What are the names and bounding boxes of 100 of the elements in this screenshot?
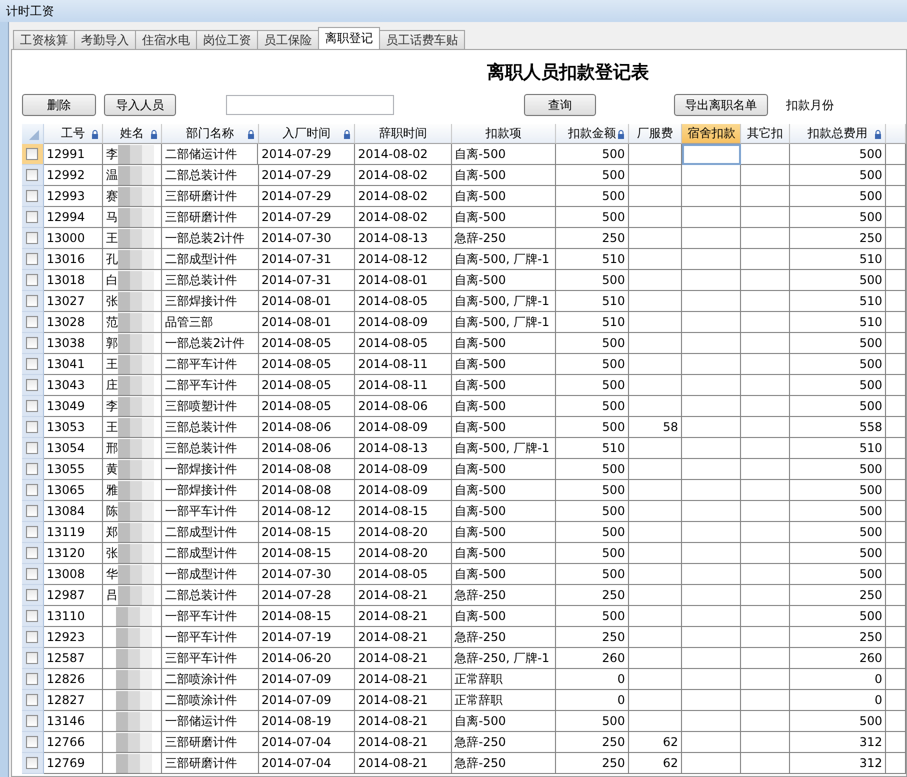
row-selector[interactable]: [22, 669, 44, 690]
row-selector[interactable]: [22, 312, 44, 333]
row-selector[interactable]: [22, 396, 44, 417]
column-header[interactable]: 宿舍扣款: [682, 124, 742, 144]
export-button[interactable]: 导出离职名单: [674, 94, 768, 116]
row-selector[interactable]: [22, 144, 44, 165]
column-header[interactable]: 扣款项: [452, 124, 556, 144]
row-checkbox[interactable]: [26, 568, 38, 580]
table-cell: 自离-500: [452, 459, 556, 480]
row-checkbox[interactable]: [26, 337, 38, 349]
row-selector[interactable]: [22, 354, 44, 375]
row-selector[interactable]: [22, 711, 44, 732]
table-cell: 500: [556, 606, 629, 627]
tab[interactable]: 考勤导入: [74, 30, 136, 49]
column-header[interactable]: 其它扣: [741, 124, 790, 144]
row-checkbox[interactable]: [26, 211, 38, 223]
tab[interactable]: 离职登记: [318, 27, 380, 49]
row-selector[interactable]: [22, 186, 44, 207]
column-header[interactable]: 厂服费: [629, 124, 682, 144]
select-all-corner[interactable]: [22, 124, 44, 144]
row-checkbox[interactable]: [26, 190, 38, 202]
row-selector[interactable]: [22, 375, 44, 396]
table-cell: [741, 606, 790, 627]
table-cell: 2014-08-20: [355, 522, 452, 543]
column-header[interactable]: 部门名称: [162, 124, 259, 144]
row-selector[interactable]: [22, 585, 44, 606]
table-cell: 自离-500: [452, 711, 556, 732]
row-selector[interactable]: [22, 459, 44, 480]
row-checkbox[interactable]: [26, 463, 38, 475]
row-checkbox[interactable]: [26, 400, 38, 412]
row-checkbox[interactable]: [26, 148, 38, 160]
query-button[interactable]: 查询: [524, 94, 596, 116]
row-checkbox[interactable]: [26, 694, 38, 706]
row-selector[interactable]: [22, 480, 44, 501]
row-selector[interactable]: [22, 207, 44, 228]
row-checkbox[interactable]: [26, 295, 38, 307]
row-checkbox[interactable]: [26, 274, 38, 286]
row-checkbox[interactable]: [26, 379, 38, 391]
column-header[interactable]: 工号: [44, 124, 103, 144]
row-selector[interactable]: [22, 690, 44, 711]
redaction-block: [118, 376, 154, 394]
row-selector[interactable]: [22, 627, 44, 648]
row-selector[interactable]: [22, 753, 44, 774]
row-checkbox[interactable]: [26, 652, 38, 664]
column-header[interactable]: 扣款总费用: [790, 124, 886, 144]
row-checkbox[interactable]: [26, 484, 38, 496]
row-selector[interactable]: [22, 564, 44, 585]
row-selector[interactable]: [22, 543, 44, 564]
column-header[interactable]: 辞职时间: [355, 124, 452, 144]
tab[interactable]: 岗位工资: [196, 30, 258, 49]
table-cell: 2014-08-05: [258, 333, 356, 354]
row-checkbox[interactable]: [26, 505, 38, 517]
row-selector[interactable]: [22, 270, 44, 291]
row-selector[interactable]: [22, 438, 44, 459]
table-cell: 500: [790, 165, 886, 186]
search-field[interactable]: [226, 95, 394, 115]
row-selector[interactable]: [22, 291, 44, 312]
table-cell: [741, 522, 790, 543]
row-checkbox[interactable]: [26, 253, 38, 265]
table-cell: [886, 648, 906, 669]
row-selector[interactable]: [22, 606, 44, 627]
tab[interactable]: 员工话费车贴: [379, 30, 465, 49]
row-checkbox[interactable]: [26, 526, 38, 538]
row-checkbox[interactable]: [26, 421, 38, 433]
row-checkbox[interactable]: [26, 589, 38, 601]
row-checkbox[interactable]: [26, 631, 38, 643]
row-checkbox[interactable]: [26, 358, 38, 370]
import-button[interactable]: 导入人员: [104, 94, 176, 116]
row-selector[interactable]: [22, 417, 44, 438]
column-header[interactable]: 姓名: [102, 124, 162, 144]
row-checkbox[interactable]: [26, 736, 38, 748]
tab[interactable]: 住宿水电: [135, 30, 197, 49]
row-checkbox[interactable]: [26, 232, 38, 244]
row-checkbox[interactable]: [26, 673, 38, 685]
table-cell: [628, 501, 682, 522]
row-checkbox[interactable]: [26, 547, 38, 559]
table-cell: 500: [790, 543, 886, 564]
column-header[interactable]: 扣款金额: [556, 124, 630, 144]
row-selector[interactable]: [22, 228, 44, 249]
tab[interactable]: 员工保险: [257, 30, 319, 49]
tab[interactable]: 工资核算: [13, 30, 75, 49]
row-selector[interactable]: [22, 165, 44, 186]
row-selector[interactable]: [22, 501, 44, 522]
row-checkbox[interactable]: [26, 169, 38, 181]
row-selector[interactable]: [22, 732, 44, 753]
row-selector[interactable]: [22, 333, 44, 354]
delete-button[interactable]: 删除: [22, 94, 96, 116]
row-selector[interactable]: [22, 522, 44, 543]
table-cell: [682, 627, 742, 648]
row-checkbox[interactable]: [26, 757, 38, 769]
row-selector[interactable]: [22, 648, 44, 669]
row-selector[interactable]: [22, 249, 44, 270]
row-checkbox[interactable]: [26, 316, 38, 328]
column-header[interactable]: 入厂时间: [258, 124, 356, 144]
table-cell: [682, 165, 742, 186]
table-cell: 正常辞职: [452, 690, 556, 711]
row-checkbox[interactable]: [26, 715, 38, 727]
table-cell: 张: [106, 292, 118, 310]
row-checkbox[interactable]: [26, 442, 38, 454]
row-checkbox[interactable]: [26, 610, 38, 622]
